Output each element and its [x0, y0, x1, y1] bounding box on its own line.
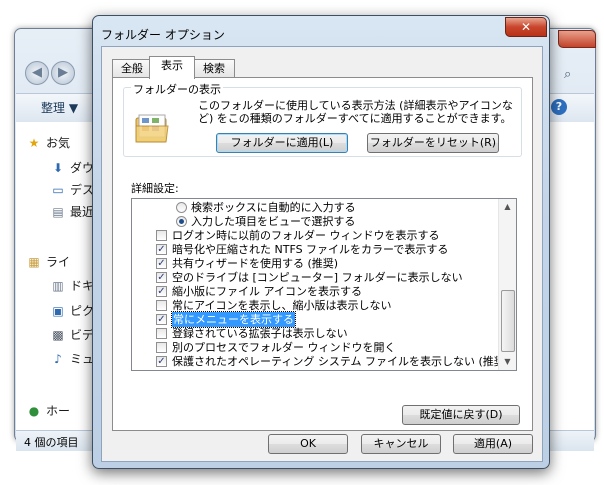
organize-button[interactable]: 整理 ▼ — [41, 99, 78, 116]
music-icon: ♪ — [54, 352, 62, 366]
cancel-button[interactable]: キャンセル — [361, 434, 441, 454]
folder-views-description: このフォルダーに使用している表示方法 (詳細表示やアイコンなど) をこの種類のフ… — [198, 99, 513, 125]
vertical-scrollbar[interactable]: ▲ ▼ — [498, 199, 516, 370]
checkbox[interactable] — [156, 328, 167, 339]
scroll-down-arrow-icon[interactable]: ▼ — [499, 354, 516, 370]
advanced-settings-list[interactable]: 検索ボックスに自動的に入力する 入力した項目をビューで選択する ログオン時に以前… — [131, 198, 517, 371]
nav-item-videos[interactable]: ▩ ビデ — [50, 326, 94, 343]
search-icon[interactable]: ⌕ — [564, 67, 571, 82]
nav-item-libraries[interactable]: ▦ ライ — [26, 253, 70, 270]
tab-general[interactable]: 全般 — [112, 59, 152, 78]
radio-button[interactable] — [176, 202, 187, 213]
tab-search[interactable]: 検索 — [193, 59, 235, 78]
nav-item-favorites[interactable]: ★ お気 — [26, 134, 70, 151]
back-arrow-icon[interactable]: ◀ — [25, 61, 49, 85]
desktop-icon: ▭ — [52, 183, 64, 197]
ok-button[interactable]: OK — [268, 434, 348, 454]
folder-options-dialog: フォルダー オプション ✕ 全般 表示 検索 フォルダーの表示 このフォルダーに… — [92, 15, 550, 469]
nav-item-documents[interactable]: ▥ ドキ — [50, 277, 94, 294]
folder-view-icon — [135, 114, 169, 143]
close-button[interactable]: ✕ — [505, 17, 547, 37]
explorer-close-button[interactable] — [558, 30, 596, 48]
restore-defaults-button[interactable]: 既定値に戻す(D) — [402, 405, 520, 425]
tab-view[interactable]: 表示 — [149, 56, 195, 79]
explorer-nav-buttons: ◀ ▶ — [25, 61, 77, 87]
dialog-body: 全般 表示 検索 フォルダーの表示 このフォルダーに使用している表示方法 (詳細… — [101, 46, 543, 462]
videos-icon: ▩ — [52, 328, 64, 342]
nav-item-music[interactable]: ♪ ミュ — [50, 350, 94, 367]
library-icon: ▦ — [28, 255, 40, 269]
star-icon: ★ — [28, 136, 40, 150]
nav-item-recent[interactable]: ▤ 最近 — [50, 203, 94, 220]
checkbox[interactable] — [156, 342, 167, 353]
apply-button[interactable]: 適用(A) — [453, 434, 533, 454]
folder-views-legend: フォルダーの表示 — [131, 81, 223, 97]
dialog-title: フォルダー オプション — [101, 28, 225, 42]
view-tab-panel: フォルダーの表示 このフォルダーに使用している表示方法 (詳細表示やアイコンなど… — [112, 77, 533, 431]
close-icon: ✕ — [520, 20, 532, 34]
homegroup-icon: ● — [28, 404, 40, 418]
documents-icon: ▥ — [52, 279, 64, 293]
checkbox[interactable]: ✓ — [156, 356, 167, 367]
help-icon[interactable]: ? — [551, 99, 567, 115]
recent-places-icon: ▤ — [52, 205, 64, 219]
download-folder-icon: ⬇ — [52, 161, 64, 175]
checkbox[interactable]: ✓ — [156, 272, 167, 283]
checkbox[interactable]: ✓ — [156, 244, 167, 255]
apply-to-folders-button[interactable]: フォルダーに適用(L) — [216, 133, 348, 153]
nav-item-homegroup[interactable]: ● ホー — [26, 402, 70, 419]
forward-arrow-icon[interactable]: ▶ — [51, 61, 75, 85]
nav-item-desktop[interactable]: ▭ デス — [50, 181, 94, 198]
nav-item-pictures[interactable]: ▣ ピク — [50, 302, 94, 319]
navigation-pane: ★ お気 ⬇ ダウ ▭ デス ▤ 最近 ▦ ライ ▥ ドキ ▣ ピク ▩ ビデ ♪ ミュ ● ホー — [16, 122, 94, 430]
pictures-icon: ▣ — [52, 304, 64, 318]
checkbox[interactable] — [156, 300, 167, 311]
checkbox[interactable]: ✓ — [156, 286, 167, 297]
checkbox[interactable]: ✓ — [156, 314, 167, 325]
scroll-thumb[interactable] — [501, 290, 515, 352]
scroll-up-arrow-icon[interactable]: ▲ — [499, 199, 516, 215]
checkbox[interactable]: ✓ — [156, 258, 167, 269]
item-count: 4 個の項目 — [24, 436, 79, 449]
checkbox[interactable] — [156, 230, 167, 241]
nav-item-downloads[interactable]: ⬇ ダウ — [50, 159, 94, 176]
reset-folders-button[interactable]: フォルダーをリセット(R) — [367, 133, 499, 153]
radio-button[interactable] — [176, 216, 187, 227]
advanced-settings-label: 詳細設定: — [131, 182, 179, 195]
